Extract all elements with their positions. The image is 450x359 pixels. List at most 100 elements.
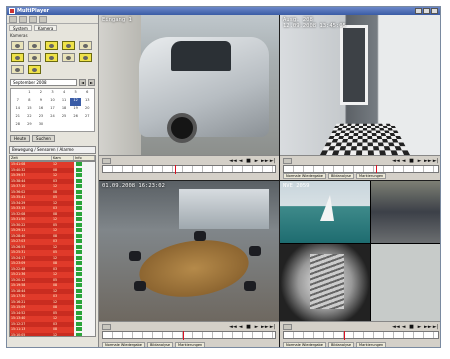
camera-view-top-right[interactable]: Ausg. 208 12.09.2008 13:45:05: [280, 15, 440, 155]
calendar-day[interactable]: 14: [12, 106, 24, 114]
camera-icon[interactable]: [28, 65, 41, 74]
calendar-day[interactable]: 15: [24, 106, 36, 114]
tab-image-analysis[interactable]: Bildanalyse: [327, 342, 355, 347]
step-forward-button[interactable]: ►|: [269, 158, 276, 164]
playhead[interactable]: [344, 331, 345, 340]
tab-image-analysis[interactable]: Bildanalyse: [327, 173, 355, 179]
fast-forward-button[interactable]: ►►: [424, 158, 432, 164]
play-button[interactable]: ►: [416, 324, 423, 330]
zoom-control[interactable]: [102, 324, 111, 330]
camera-view-bottom-right[interactable]: NVE 2059: [280, 181, 440, 321]
timeline-track[interactable]: [102, 165, 276, 174]
tab-markers[interactable]: Markierungen: [356, 342, 387, 347]
tab-system[interactable]: System: [9, 25, 32, 31]
column-time[interactable]: Zeit: [10, 156, 52, 160]
calendar-day[interactable]: 28: [12, 122, 24, 130]
timeline-track[interactable]: [283, 331, 439, 340]
tab-normal-playback[interactable]: Normale Wiedergabe: [283, 173, 326, 179]
camera-icon[interactable]: [11, 65, 24, 74]
camera-view-top-left[interactable]: Eingang 1: [99, 15, 279, 155]
camera-icon[interactable]: [79, 41, 92, 50]
calendar-day[interactable]: 26: [70, 114, 82, 122]
calendar-day[interactable]: 19: [70, 106, 82, 114]
settings-icon[interactable]: [39, 16, 47, 23]
zoom-control[interactable]: [283, 324, 292, 330]
calendar-day[interactable]: 9: [35, 98, 47, 106]
tab-image-analysis[interactable]: Bildanalyse: [146, 342, 174, 347]
tab-markers[interactable]: Markierungen: [175, 342, 206, 347]
stop-button[interactable]: ■: [245, 158, 252, 164]
camera-icon[interactable]: [45, 53, 58, 62]
camera-icon[interactable]: [62, 41, 75, 50]
calendar-day[interactable]: 11: [58, 98, 70, 106]
close-button[interactable]: [431, 8, 438, 14]
column-camera[interactable]: Kam: [52, 156, 74, 160]
play-button[interactable]: ►: [253, 324, 260, 330]
fast-forward-button[interactable]: ►►: [424, 324, 432, 330]
search-button[interactable]: Suchen: [32, 135, 55, 142]
step-back-button[interactable]: ◄: [237, 158, 244, 164]
camera-icon[interactable]: [79, 53, 92, 62]
step-forward-button[interactable]: ►|: [432, 324, 439, 330]
calendar-day[interactable]: 27: [81, 114, 93, 122]
calendar-day[interactable]: 13: [81, 98, 93, 106]
calendar-day[interactable]: 25: [58, 114, 70, 122]
calendar-day[interactable]: 22: [24, 114, 36, 122]
fast-forward-button[interactable]: ►►: [261, 324, 269, 330]
step-forward-button[interactable]: ►|: [269, 324, 276, 330]
calendar-day[interactable]: 29: [24, 122, 36, 130]
step-back-button[interactable]: ◄: [237, 324, 244, 330]
timeline-track[interactable]: [102, 331, 276, 340]
tab-markers[interactable]: Markierungen: [356, 173, 387, 179]
calendar-day[interactable]: 17: [47, 106, 59, 114]
maximize-button[interactable]: [423, 8, 430, 14]
calendar-next-button[interactable]: ►: [88, 79, 95, 86]
playhead[interactable]: [183, 331, 184, 340]
calendar-day[interactable]: 5: [70, 90, 82, 98]
calendar-day[interactable]: 18: [58, 106, 70, 114]
camera-icon[interactable]: [11, 53, 24, 62]
rewind-button[interactable]: ◄◄: [229, 158, 237, 164]
rewind-button[interactable]: ◄◄: [229, 324, 237, 330]
zoom-control[interactable]: [283, 158, 292, 164]
stop-button[interactable]: ■: [408, 158, 415, 164]
calendar-day[interactable]: 21: [12, 114, 24, 122]
calendar-day[interactable]: 16: [35, 106, 47, 114]
calendar-day[interactable]: 3: [47, 90, 59, 98]
camera-icon[interactable]: [28, 53, 41, 62]
tab-normal-playback[interactable]: Normale Wiedergabe: [102, 342, 145, 347]
calendar-day[interactable]: 1: [24, 90, 36, 98]
play-button[interactable]: ►: [416, 158, 423, 164]
print-icon[interactable]: [29, 16, 37, 23]
calendar-day[interactable]: 7: [12, 98, 24, 106]
tab-normal-playback[interactable]: Normale Wiedergabe: [283, 342, 326, 347]
calendar-day[interactable]: 24: [47, 114, 59, 122]
sub-view-parking[interactable]: [371, 181, 440, 243]
open-icon[interactable]: [9, 16, 17, 23]
camera-icon[interactable]: [45, 41, 58, 50]
fast-forward-button[interactable]: ►►: [261, 158, 269, 164]
sub-view-stairs[interactable]: [280, 244, 370, 321]
step-back-button[interactable]: ◄: [400, 158, 407, 164]
tab-kamera[interactable]: Kamera: [33, 25, 58, 31]
sub-view-sea[interactable]: NVE 2059: [280, 181, 370, 243]
stop-button[interactable]: ■: [408, 324, 415, 330]
sub-view-empty[interactable]: [371, 244, 440, 321]
camera-icon[interactable]: [11, 41, 24, 50]
rewind-button[interactable]: ◄◄: [392, 158, 400, 164]
calendar-day[interactable]: 12: [69, 98, 82, 106]
column-info[interactable]: Info: [74, 156, 95, 160]
step-back-button[interactable]: ◄: [400, 324, 407, 330]
playhead[interactable]: [175, 165, 176, 174]
play-button[interactable]: ►: [253, 158, 260, 164]
event-row[interactable]: 15:10:05 12: [10, 332, 95, 336]
calendar-day[interactable]: 30: [35, 122, 47, 130]
step-forward-button[interactable]: ►|: [432, 158, 439, 164]
calendar-day[interactable]: 10: [47, 98, 59, 106]
today-button[interactable]: Heute: [10, 135, 31, 142]
calendar-day[interactable]: 20: [81, 106, 93, 114]
stop-button[interactable]: ■: [245, 324, 252, 330]
minimize-button[interactable]: [415, 8, 422, 14]
calendar-prev-button[interactable]: ◄: [79, 79, 86, 86]
calendar-day[interactable]: 2: [35, 90, 47, 98]
